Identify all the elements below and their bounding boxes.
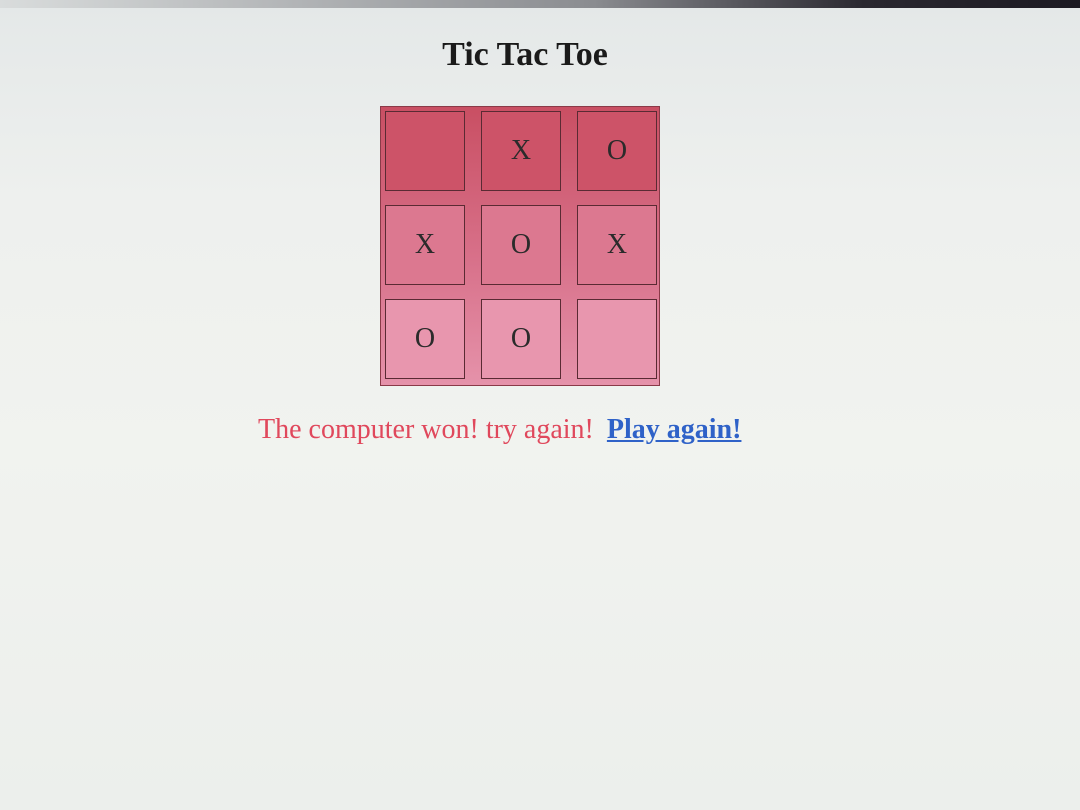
game-board: X O X O X O O: [380, 106, 660, 386]
board-cell-3-2[interactable]: O: [481, 299, 561, 379]
board-cell-2-1[interactable]: X: [385, 205, 465, 285]
board-cell-3-3[interactable]: [577, 299, 657, 379]
board-cell-2-2[interactable]: O: [481, 205, 561, 285]
monitor-bezel: [0, 0, 1080, 8]
page-title: Tic Tac Toe: [442, 36, 608, 73]
play-again-link[interactable]: Play again!: [607, 414, 742, 445]
board-cell-1-1[interactable]: [385, 111, 465, 191]
board-cell-2-3[interactable]: X: [577, 205, 657, 285]
board-cell-1-2[interactable]: X: [481, 111, 561, 191]
board-cell-3-1[interactable]: O: [385, 299, 465, 379]
board-cell-1-3[interactable]: O: [577, 111, 657, 191]
game-status: The computer won! try again! Play again!: [258, 414, 818, 446]
result-message: The computer won! try again!: [258, 414, 594, 445]
